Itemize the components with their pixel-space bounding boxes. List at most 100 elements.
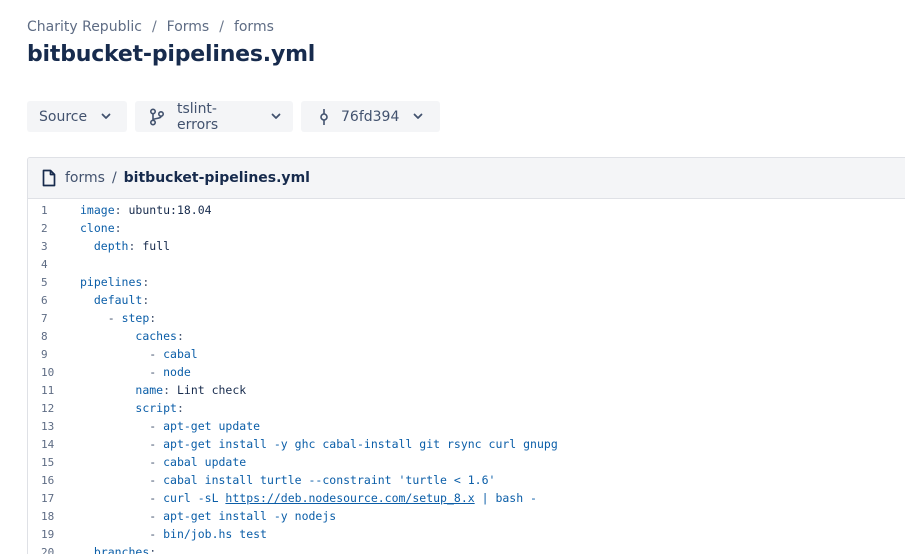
chevron-down-icon — [271, 113, 281, 120]
code-key: script — [135, 401, 177, 415]
line-number[interactable]: 16 — [28, 474, 64, 487]
code-key: depth — [93, 239, 129, 253]
code-line: 2 clone: — [28, 219, 905, 237]
code-key: step — [121, 311, 150, 325]
code-colon: : — [142, 293, 150, 307]
commit-icon — [319, 108, 329, 126]
code-text: branches: — [64, 545, 156, 554]
code-text: name: Lint check — [64, 383, 246, 397]
code-line: 4 — [28, 255, 905, 273]
code-text: - bin/job.hs test — [64, 527, 267, 541]
code-text: image: ubuntu:18.04 — [64, 203, 212, 217]
code-key: clone — [80, 221, 115, 235]
line-number[interactable]: 9 — [28, 348, 64, 361]
file-path-filename: bitbucket-pipelines.yml — [123, 170, 310, 186]
code-value: node — [163, 365, 191, 379]
code-text: pipelines: — [64, 275, 149, 289]
line-number[interactable]: 10 — [28, 366, 64, 379]
code-url-link[interactable]: https://deb.nodesource.com/setup_8.x — [225, 491, 474, 505]
breadcrumb-item-forms-repo[interactable]: forms — [234, 19, 274, 35]
branch-dropdown[interactable]: tslint-errors — [135, 100, 293, 133]
code-value: apt-get install -y ghc cabal-install git… — [163, 437, 558, 451]
code-colon: : — [176, 329, 184, 343]
code-colon: : — [163, 383, 171, 397]
line-number[interactable]: 5 — [28, 276, 64, 289]
code-text: - cabal — [64, 347, 197, 361]
breadcrumb-separator: / — [151, 19, 157, 35]
code-key: name — [135, 383, 164, 397]
file-icon — [41, 169, 57, 187]
code-line: 15 - cabal update — [28, 453, 905, 471]
breadcrumb-item-charity-republic[interactable]: Charity Republic — [27, 19, 142, 35]
code-text: - apt-get update — [64, 419, 260, 433]
line-number[interactable]: 12 — [28, 402, 64, 415]
code-colon: : — [149, 545, 157, 554]
line-number[interactable]: 11 — [28, 384, 64, 397]
code-line: 18 - apt-get install -y nodejs — [28, 507, 905, 525]
code-line: 1 image: ubuntu:18.04 — [28, 201, 905, 219]
code-dash: - — [149, 437, 164, 451]
code-key: default — [93, 293, 143, 307]
code-value: full — [142, 239, 171, 253]
line-number[interactable]: 14 — [28, 438, 64, 451]
commit-dropdown[interactable]: 76fd394 — [301, 101, 440, 132]
code-dash: - — [149, 419, 164, 433]
code-dash: - — [149, 509, 164, 523]
line-number[interactable]: 6 — [28, 294, 64, 307]
code-value: | bash - — [474, 491, 537, 505]
line-number[interactable]: 3 — [28, 240, 64, 253]
file-header: forms / bitbucket-pipelines.yml — [28, 158, 905, 199]
file-path-separator: / — [111, 170, 117, 186]
code-text: caches: — [64, 329, 184, 343]
line-number[interactable]: 13 — [28, 420, 64, 433]
line-number[interactable]: 2 — [28, 222, 64, 235]
breadcrumb-separator: / — [219, 19, 224, 35]
code-value: bin/job.hs test — [163, 527, 267, 541]
code-text: default: — [64, 293, 149, 307]
code-dash: - — [107, 311, 122, 325]
source-view-label: Source — [39, 108, 88, 125]
line-number[interactable]: 8 — [28, 330, 64, 343]
file-path-dir-link[interactable]: forms — [65, 170, 105, 186]
code-key: caches — [135, 329, 177, 343]
breadcrumb-item-forms-project[interactable]: Forms — [167, 19, 210, 35]
code-text: - apt-get install -y ghc cabal-install g… — [64, 437, 558, 451]
branch-label: tslint-errors — [177, 100, 219, 133]
commit-label: 76fd394 — [341, 108, 400, 125]
code-listing: 1 image: ubuntu:18.04 2 clone: 3 depth: full… — [28, 199, 905, 554]
code-line: 13 - apt-get update — [28, 417, 905, 435]
code-key: image — [80, 203, 115, 217]
code-dash: - — [149, 365, 164, 379]
line-number[interactable]: 19 — [28, 528, 64, 541]
line-number[interactable]: 1 — [28, 204, 64, 217]
line-number[interactable]: 18 — [28, 510, 64, 523]
code-line: 5 pipelines: — [28, 273, 905, 291]
code-line: 19 - bin/job.hs test — [28, 525, 905, 543]
breadcrumb: Charity Republic / Forms / forms — [27, 19, 274, 35]
source-view-dropdown[interactable]: Source — [27, 101, 127, 132]
code-line: 3 depth: full — [28, 237, 905, 255]
line-number[interactable]: 20 — [28, 546, 64, 554]
line-number[interactable]: 4 — [28, 258, 64, 271]
code-line: 17 - curl -sL https://deb.nodesource.com… — [28, 489, 905, 507]
code-text: clone: — [64, 221, 122, 235]
code-dash: - — [149, 347, 164, 361]
line-number[interactable]: 17 — [28, 492, 64, 505]
code-key: branches — [93, 545, 150, 554]
code-dash: - — [149, 455, 164, 469]
line-number[interactable]: 7 — [28, 312, 64, 325]
code-key: pipelines — [80, 275, 143, 289]
line-number[interactable]: 15 — [28, 456, 64, 469]
code-colon: : — [114, 221, 122, 235]
